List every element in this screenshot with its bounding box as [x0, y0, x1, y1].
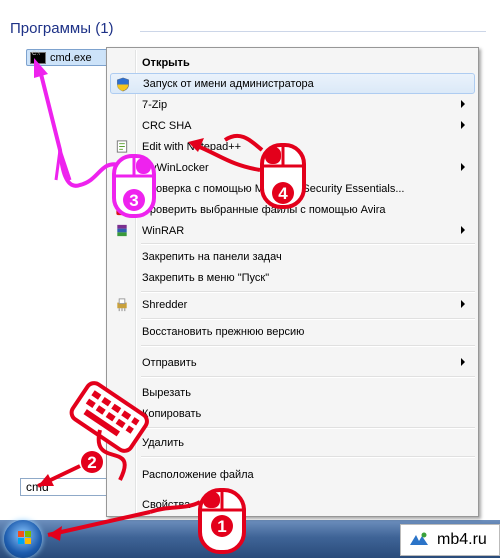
- menu-item-shredder[interactable]: Shredder: [110, 294, 475, 315]
- menu-item-label: Закрепить в меню "Пуск": [142, 271, 270, 284]
- mse-icon: [117, 183, 127, 196]
- menu-separator: [141, 318, 475, 320]
- menu-item-winrar[interactable]: WinRAR: [110, 220, 475, 241]
- menu-item-file-location[interactable]: Расположение файла: [110, 464, 475, 485]
- menu-item-send-to[interactable]: Отправить: [110, 352, 475, 373]
- menu-item-label: Удалить: [142, 436, 184, 449]
- search-result-cmd[interactable]: cmd.exe: [26, 49, 118, 66]
- menu-item-label: Закрепить на панели задач: [142, 250, 282, 263]
- menu-item-label: Вырезать: [142, 386, 191, 399]
- menu-item-label: Отправить: [142, 356, 197, 369]
- menu-item-notepadpp[interactable]: Edit with Notepad++: [110, 136, 475, 157]
- menu-separator: [141, 376, 475, 378]
- menu-item-crc-sha[interactable]: CRC SHA: [110, 115, 475, 136]
- menu-item-restore-version[interactable]: Восстановить прежнюю версию: [110, 321, 475, 342]
- menu-separator: [141, 291, 475, 293]
- search-input-value: cmd: [26, 480, 49, 494]
- start-search-input[interactable]: cmd: [20, 478, 110, 496]
- submenu-arrow-icon: [461, 226, 465, 234]
- uac-shield-icon: [117, 77, 129, 92]
- avira-icon: [116, 203, 128, 216]
- menu-item-cut[interactable]: Вырезать: [110, 382, 475, 403]
- menu-item-properties[interactable]: Свойства: [110, 494, 475, 515]
- submenu-arrow-icon: [461, 100, 465, 108]
- menu-item-copy[interactable]: Копировать: [110, 403, 475, 424]
- menu-item-pin-start[interactable]: Закрепить в меню "Пуск": [110, 267, 475, 288]
- menu-item-label: Проверить выбранные файлы с помощью Avir…: [142, 203, 386, 216]
- menu-item-label: 7-Zip: [142, 98, 168, 111]
- menu-separator: [141, 243, 475, 245]
- menu-item-delete[interactable]: Удалить: [110, 432, 475, 453]
- site-logo-icon: [407, 530, 431, 550]
- submenu-arrow-icon: [461, 300, 465, 308]
- menu-item-mse-scan[interactable]: Проверка с помощью Microsoft Security Es…: [110, 178, 475, 199]
- menu-separator: [141, 427, 475, 429]
- menu-item-label: Расположение файла: [142, 468, 254, 481]
- menu-item-label: Копировать: [142, 407, 202, 420]
- menu-item-label: Открыть: [142, 56, 190, 69]
- cmd-icon: [30, 51, 46, 64]
- watermark-text: mb4.ru: [437, 531, 487, 548]
- menu-item-label: Проверка с помощью Microsoft Security Es…: [142, 182, 405, 195]
- menu-separator: [141, 345, 475, 347]
- section-divider: [140, 31, 486, 32]
- menu-item-label: Свойства: [142, 498, 191, 511]
- menu-item-label: MyWinLocker: [142, 161, 209, 174]
- menu-item-label: CRC SHA: [142, 119, 192, 132]
- menu-item-mywinlocker[interactable]: MyWinLocker: [110, 157, 475, 178]
- menu-item-run-as-admin[interactable]: Запуск от имени администратора: [110, 73, 475, 94]
- notepadpp-icon: [116, 140, 128, 153]
- menu-item-label: Edit with Notepad++: [142, 140, 242, 153]
- start-button[interactable]: [4, 520, 42, 558]
- winrar-icon: [117, 224, 127, 237]
- submenu-arrow-icon: [461, 358, 465, 366]
- menu-separator: [141, 456, 475, 458]
- context-menu: Открыть Запуск от имени администратора 7…: [106, 47, 479, 517]
- menu-item-label: WinRAR: [142, 224, 185, 237]
- menu-item-pin-taskbar[interactable]: Закрепить на панели задач: [110, 246, 475, 267]
- menu-item-label: Запуск от имени администратора: [143, 77, 314, 90]
- menu-item-label: Восстановить прежнюю версию: [142, 325, 305, 338]
- menu-item-label: Shredder: [142, 298, 188, 311]
- menu-item-7zip[interactable]: 7-Zip: [110, 94, 475, 115]
- menu-item-open[interactable]: Открыть: [110, 52, 475, 73]
- programs-section-title: Программы (1): [10, 20, 114, 37]
- search-result-label: cmd.exe: [50, 51, 92, 64]
- menu-item-avira-scan[interactable]: Проверить выбранные файлы с помощью Avir…: [110, 199, 475, 220]
- windows-logo-icon: [18, 531, 32, 545]
- submenu-arrow-icon: [461, 121, 465, 129]
- shredder-icon: [117, 298, 127, 312]
- submenu-arrow-icon: [461, 163, 465, 171]
- watermark: mb4.ru: [400, 524, 500, 556]
